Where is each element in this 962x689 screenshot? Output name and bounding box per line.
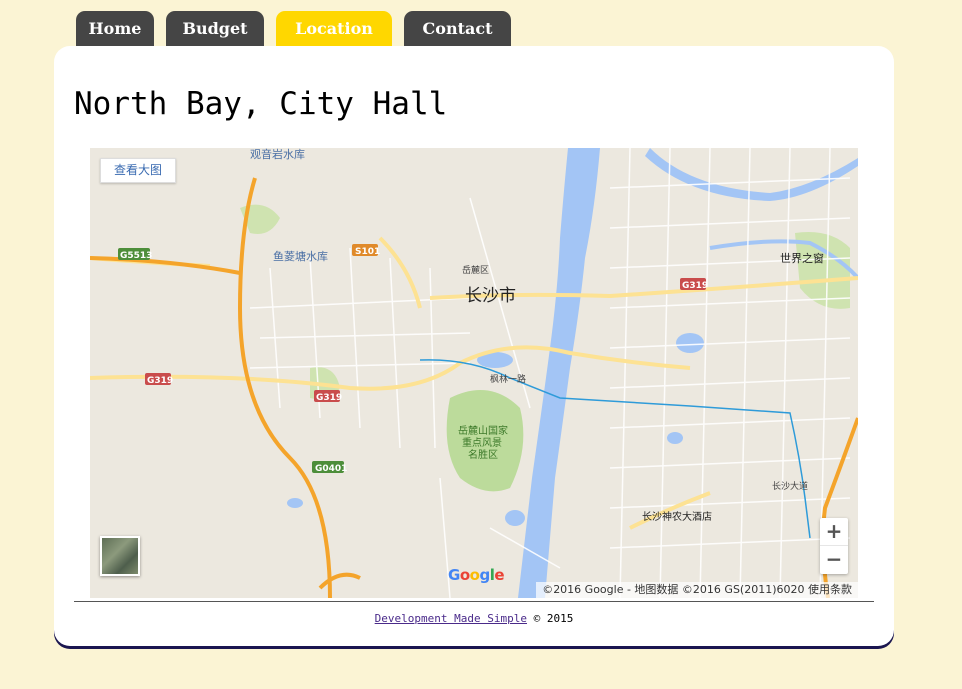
footer-link[interactable]: Development Made Simple bbox=[375, 612, 527, 625]
guanyin-reservoir-label: 观音岩水库 bbox=[250, 148, 305, 161]
tab-contact[interactable]: Contact bbox=[404, 11, 511, 49]
google-logo: Google bbox=[448, 566, 505, 584]
changsha-avenue-label: 长沙大道 bbox=[772, 480, 808, 492]
embedded-map[interactable]: G5513 G319 G319 G319 S101 G0401 长沙市 鱼菱塘水… bbox=[90, 148, 858, 598]
g5513-shield-label: G5513 bbox=[120, 251, 152, 261]
page-title: North Bay, City Hall bbox=[74, 86, 448, 122]
g319-shield-label-c: G319 bbox=[682, 281, 708, 291]
yuelu-park-label-2: 重点风景 bbox=[462, 436, 502, 449]
g319-shield-label-a: G319 bbox=[147, 376, 173, 386]
content-card: North Bay, City Hall G5513 G319 G319 G31… bbox=[54, 46, 894, 646]
tab-budget[interactable]: Budget bbox=[166, 11, 264, 49]
g0401-shield-label: G0401 bbox=[315, 464, 347, 474]
window-of-world-label: 世界之窗 bbox=[780, 251, 824, 265]
tab-location[interactable]: Location bbox=[276, 11, 392, 49]
zoom-control: + − bbox=[820, 518, 848, 574]
city-label: 长沙市 bbox=[465, 286, 516, 306]
yuelu-district-label: 岳麓区 bbox=[462, 264, 489, 276]
hotel-label: 长沙神农大酒店 bbox=[642, 510, 712, 523]
footer-copyright: © 2015 bbox=[526, 612, 574, 625]
s101-shield-label: S101 bbox=[355, 247, 380, 257]
footer: Development Made Simple © 2015 bbox=[54, 612, 894, 625]
map-attribution[interactable]: ©2016 Google - 地图数据 ©2016 GS(2011)6020 使… bbox=[536, 582, 858, 598]
footer-divider bbox=[74, 601, 874, 602]
zoom-out-button[interactable]: − bbox=[820, 546, 848, 574]
zoom-in-button[interactable]: + bbox=[820, 518, 848, 546]
satellite-toggle-icon[interactable] bbox=[100, 536, 140, 576]
reservoir-label: 鱼菱塘水库 bbox=[273, 249, 328, 263]
map-canvas[interactable]: G5513 G319 G319 G319 S101 G0401 长沙市 鱼菱塘水… bbox=[90, 148, 858, 598]
view-larger-map-button[interactable]: 查看大图 bbox=[100, 158, 176, 183]
tab-home[interactable]: Home bbox=[76, 11, 154, 49]
yuelu-park-label-3: 名胜区 bbox=[468, 448, 498, 461]
yuelu-park-label-1: 岳麓山国家 bbox=[458, 424, 508, 437]
g319-shield-label-b: G319 bbox=[316, 393, 342, 403]
fenglin-road-label: 枫林一路 bbox=[490, 373, 526, 385]
